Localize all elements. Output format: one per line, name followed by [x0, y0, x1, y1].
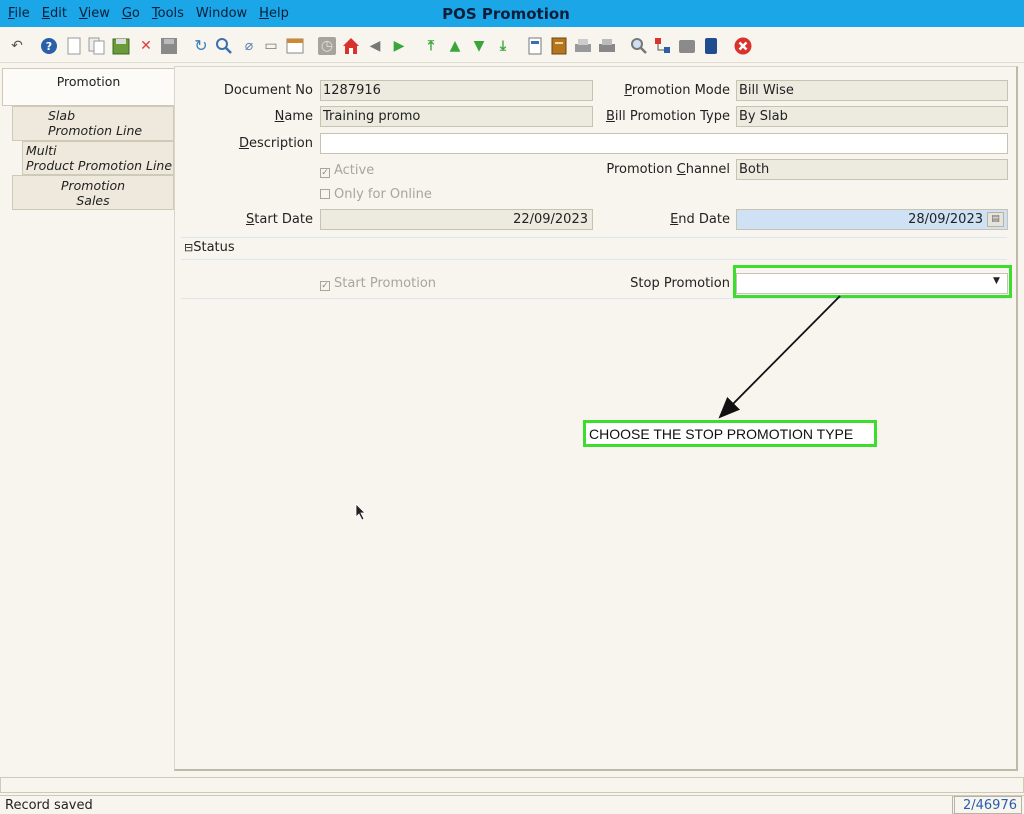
save-icon[interactable] [160, 37, 178, 55]
print-icon[interactable] [598, 37, 616, 55]
last-record-icon[interactable]: ⤓ [494, 37, 512, 55]
copy-icon[interactable] [88, 37, 106, 55]
tab-label-line: Promotion Line [48, 123, 143, 138]
start-date-label: Start Date [246, 212, 313, 227]
undo-icon[interactable]: ↶ [8, 37, 26, 55]
history-icon[interactable]: ◷ [318, 37, 336, 55]
lock-icon[interactable] [702, 37, 720, 55]
description-label: Description [238, 136, 313, 151]
tab-label-line: Multi [26, 143, 57, 158]
tab-promotion-sales[interactable]: Promotion Sales [12, 175, 174, 210]
tab-promotion[interactable]: Promotion [2, 68, 174, 106]
annotation-callout: CHOOSE THE STOP PROMOTION TYPE [583, 420, 877, 447]
next-record-icon[interactable]: ▼ [470, 37, 488, 55]
chat-icon[interactable]: ▭ [262, 37, 280, 55]
bill-promotion-type-label: Bill Promotion Type [605, 109, 730, 124]
section-divider [181, 237, 1007, 238]
attachment-icon[interactable]: ⌀ [240, 37, 258, 55]
toolbar: ↶ ? ✕ ↻ ⌀ ▭ ◷ ◀ ▶ ⤒ ▲ ▼ ⤓ [0, 29, 1024, 63]
archive-icon[interactable] [550, 37, 568, 55]
description-field[interactable] [320, 133, 1008, 154]
active-checkbox[interactable]: ✓ Active [320, 163, 374, 178]
previous-record-icon[interactable]: ▲ [446, 37, 464, 55]
forward-icon[interactable]: ▶ [390, 37, 408, 55]
mouse-cursor-icon [355, 503, 366, 521]
status-section-title: Status [193, 240, 235, 255]
checkbox-box [320, 189, 330, 199]
menu-help[interactable]: Help [259, 6, 289, 21]
product-info-icon[interactable] [678, 37, 696, 55]
home-icon[interactable] [342, 37, 360, 55]
help-icon[interactable]: ? [40, 37, 58, 55]
name-field[interactable]: Training promo [320, 106, 593, 127]
document-no-label: Document No [223, 83, 313, 98]
first-record-icon[interactable]: ⤒ [422, 37, 440, 55]
promotion-channel-label: Promotion Channel [606, 162, 730, 177]
calendar-icon[interactable]: ▤ [987, 212, 1004, 227]
document-no-field[interactable]: 1287916 [320, 80, 593, 101]
only-for-online-checkbox[interactable]: Only for Online [320, 187, 432, 202]
title-bar: POS Promotion File Edit View Go Tools Wi… [0, 0, 1024, 27]
back-icon[interactable]: ◀ [366, 37, 384, 55]
info-bar [0, 777, 1024, 793]
tab-label-line: Slab [48, 108, 76, 123]
stop-promotion-label: Stop Promotion [630, 276, 730, 291]
tab-label-line: Product Promotion Line [26, 158, 173, 173]
delete-icon[interactable]: ✕ [137, 37, 155, 55]
report-icon[interactable] [526, 37, 544, 55]
menu-go[interactable]: Go [122, 6, 140, 21]
checkmark-icon: ✓ [320, 168, 330, 178]
promotion-mode-field[interactable]: Bill Wise [736, 80, 1008, 101]
bill-promotion-type-field[interactable]: By Slab [736, 106, 1008, 127]
svg-text:?: ? [46, 40, 52, 53]
stop-promotion-highlight [733, 265, 1012, 298]
status-message: Record saved [5, 798, 93, 813]
active-label: Active [334, 163, 375, 178]
menu-edit[interactable]: Edit [42, 6, 67, 21]
start-promotion-label: Start Promotion [334, 276, 437, 291]
checkmark-icon: ✓ [320, 281, 330, 291]
name-label: Name [274, 109, 313, 124]
menu-tools[interactable]: Tools [152, 6, 184, 21]
tab-multi-product-promotion-line[interactable]: Multi Product Promotion Line [22, 141, 174, 175]
record-count[interactable]: 2/46976 [952, 796, 1022, 814]
print-preview-icon[interactable] [574, 37, 592, 55]
close-window-icon[interactable] [734, 37, 752, 55]
collapse-icon: ⊟ [184, 241, 194, 254]
tab-label-line: Sales [76, 193, 110, 208]
grid-toggle-icon[interactable] [286, 37, 304, 55]
start-promotion-checkbox[interactable]: ✓ Start Promotion [320, 276, 436, 291]
tab-promotion-label: Promotion [56, 74, 121, 89]
zoom-across-icon[interactable] [630, 37, 648, 55]
end-date-field[interactable]: 28/09/2023 [736, 209, 1008, 230]
find-icon[interactable] [215, 37, 233, 55]
refresh-icon[interactable]: ↻ [192, 37, 210, 55]
end-date-label: End Date [670, 212, 730, 227]
section-divider [181, 298, 1007, 299]
menu-view[interactable]: View [79, 6, 110, 21]
tab-label-line: Promotion [60, 178, 126, 193]
menu-bar: File Edit View Go Tools Window Help [2, 0, 295, 27]
promotion-channel-field[interactable]: Both [736, 159, 1008, 180]
new-icon[interactable] [65, 37, 83, 55]
save-new-icon[interactable] [112, 37, 130, 55]
workflow-icon[interactable] [654, 37, 672, 55]
status-section-header[interactable]: ⊟Status [184, 240, 235, 255]
tab-slab-promotion-line[interactable]: Slab Promotion Line [12, 106, 174, 141]
menu-file[interactable]: File [8, 6, 30, 21]
status-bar: Record saved 2/46976 [0, 795, 1024, 814]
promotion-mode-label: Promotion Mode [624, 83, 730, 98]
start-date-field[interactable]: 22/09/2023 [320, 209, 593, 230]
section-divider [181, 259, 1007, 260]
only-for-online-label: Only for Online [334, 187, 432, 202]
form-panel: Document No 1287916 Name Training promo … [174, 66, 1018, 771]
menu-window[interactable]: Window [196, 6, 247, 21]
